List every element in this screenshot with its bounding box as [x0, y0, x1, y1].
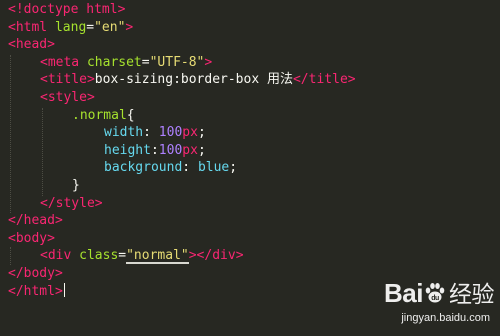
code-token: <div [40, 248, 80, 264]
code-line[interactable]: <meta charset="UTF-8"> [8, 54, 356, 72]
code-line[interactable]: </body> [8, 265, 356, 283]
code-line[interactable]: <style> [8, 89, 356, 107]
svg-text:du: du [431, 295, 439, 302]
code-token: "normal" [126, 248, 189, 265]
code-line[interactable]: } [8, 177, 356, 195]
code-token: charset [86, 54, 142, 70]
code-token: > [125, 19, 134, 35]
code-token: </html> [8, 283, 63, 299]
code-line[interactable]: <title>box-sizing:border-box 用法</title> [8, 71, 356, 89]
code-token: ; [197, 142, 206, 158]
code-line[interactable]: width: 100px; [8, 124, 356, 142]
code-line[interactable]: height:100px; [8, 142, 356, 160]
code-token: <html [8, 19, 55, 35]
code-token: = [141, 54, 150, 70]
paw-icon: du [425, 283, 445, 303]
baidu-jingyan-watermark: Bai du 经验 jingyan.baidu.com [324, 278, 494, 332]
code-token: height [104, 142, 151, 158]
code-token: <style> [40, 89, 95, 105]
code-token: : [150, 142, 159, 158]
code-token: <title> [40, 72, 95, 88]
code-token: background [104, 160, 183, 176]
code-token: px [182, 142, 198, 158]
watermark-brand-cn: 经验 [449, 282, 495, 308]
code-line[interactable]: background: blue; [8, 159, 356, 177]
code-token: } [72, 177, 80, 193]
code-token: : [143, 125, 159, 141]
code-line[interactable]: <body> [8, 230, 356, 248]
code-text-area[interactable]: <!doctype html> <html lang="en"> <head> <me… [8, 1, 356, 300]
code-token: width [104, 125, 144, 141]
code-line[interactable]: </head> [8, 212, 356, 230]
code-token: { [126, 107, 135, 123]
code-line[interactable]: .normal{ [8, 107, 356, 125]
code-token: .normal [72, 107, 127, 123]
code-editor[interactable]: <!doctype html> <html lang="en"> <head> <me… [0, 0, 500, 336]
code-token: <!doctype html> [8, 2, 126, 17]
code-token: px [182, 125, 198, 141]
code-token: > [204, 54, 213, 70]
code-line[interactable]: <html lang="en"> [8, 19, 356, 37]
watermark-brand-left: Bai [384, 278, 423, 308]
code-token: <meta [40, 54, 87, 70]
code-token: </style> [40, 195, 103, 211]
watermark-url: jingyan.baidu.com [401, 312, 490, 324]
code-token: ; [229, 160, 238, 176]
code-token: = [118, 248, 127, 264]
code-token: <body> [8, 230, 55, 246]
code-token: box-sizing:border-box 用法 [94, 72, 293, 88]
watermark-logo: Bai du 经验 [384, 278, 494, 310]
code-token: class [79, 248, 119, 264]
code-token: blue [197, 160, 230, 176]
code-token: : [182, 160, 198, 176]
code-token: lang [54, 19, 87, 35]
code-token: <head> [8, 37, 55, 53]
code-token: "UTF-8" [149, 54, 205, 70]
code-token: 100 [158, 142, 183, 158]
code-line[interactable]: <!doctype html> [8, 1, 356, 19]
code-line[interactable]: <head> [8, 36, 356, 54]
code-token: </body> [8, 265, 63, 281]
code-token: 100 [158, 125, 183, 141]
code-token: </title> [292, 72, 356, 88]
code-line[interactable]: <div class="normal"></div> [8, 247, 356, 265]
code-token: = [86, 19, 95, 35]
code-token: "en" [94, 19, 126, 35]
text-cursor [63, 282, 65, 297]
code-line[interactable]: </html> [8, 282, 356, 301]
code-line[interactable]: </style> [8, 195, 356, 213]
code-token: ></div> [188, 248, 244, 264]
code-token: ; [197, 125, 206, 141]
code-token: </head> [8, 213, 63, 229]
